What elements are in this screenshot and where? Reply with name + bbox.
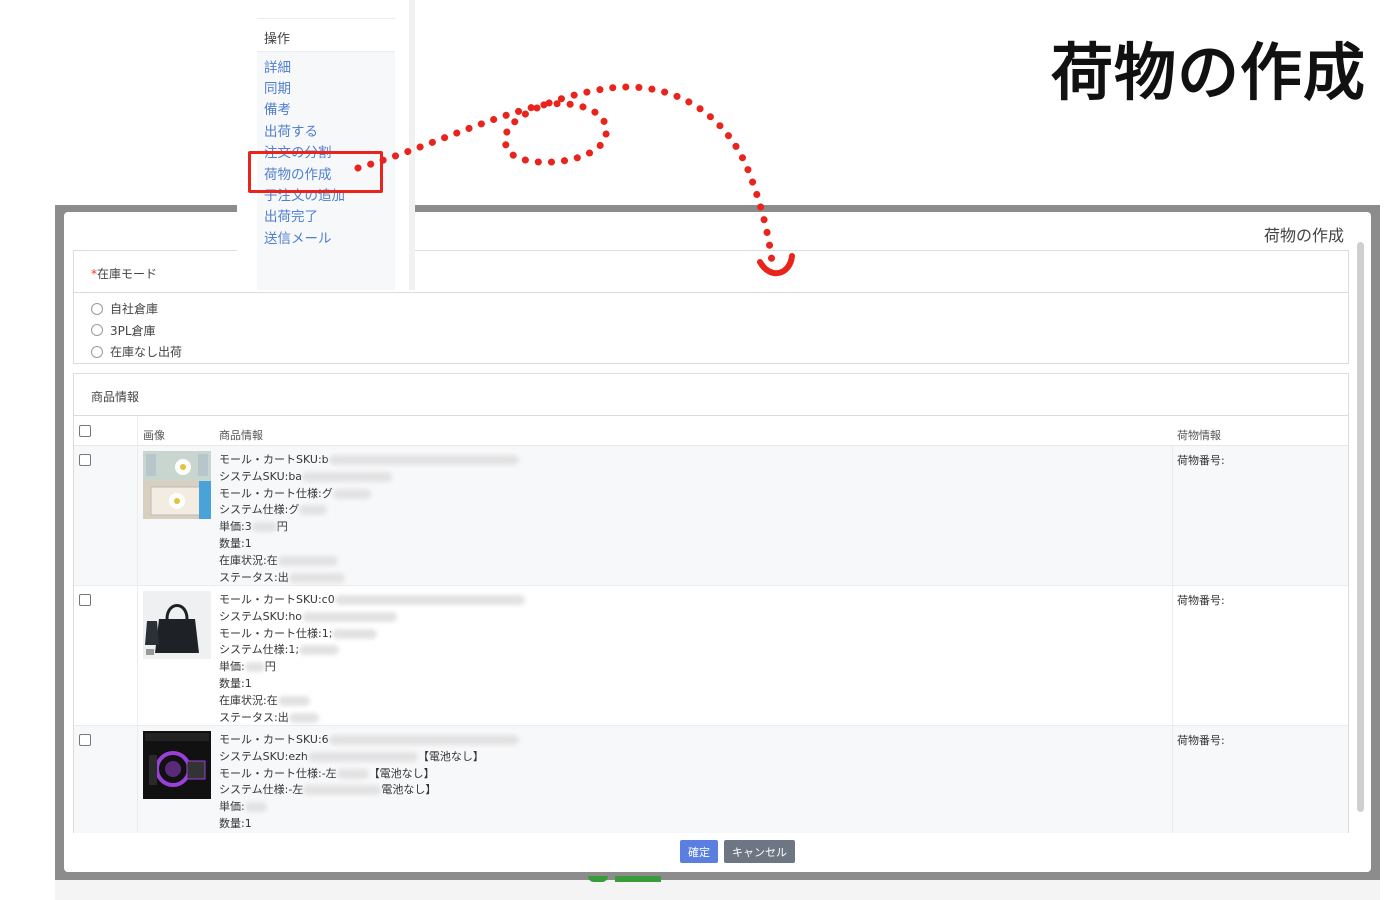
annotation-arrow xyxy=(354,83,795,277)
